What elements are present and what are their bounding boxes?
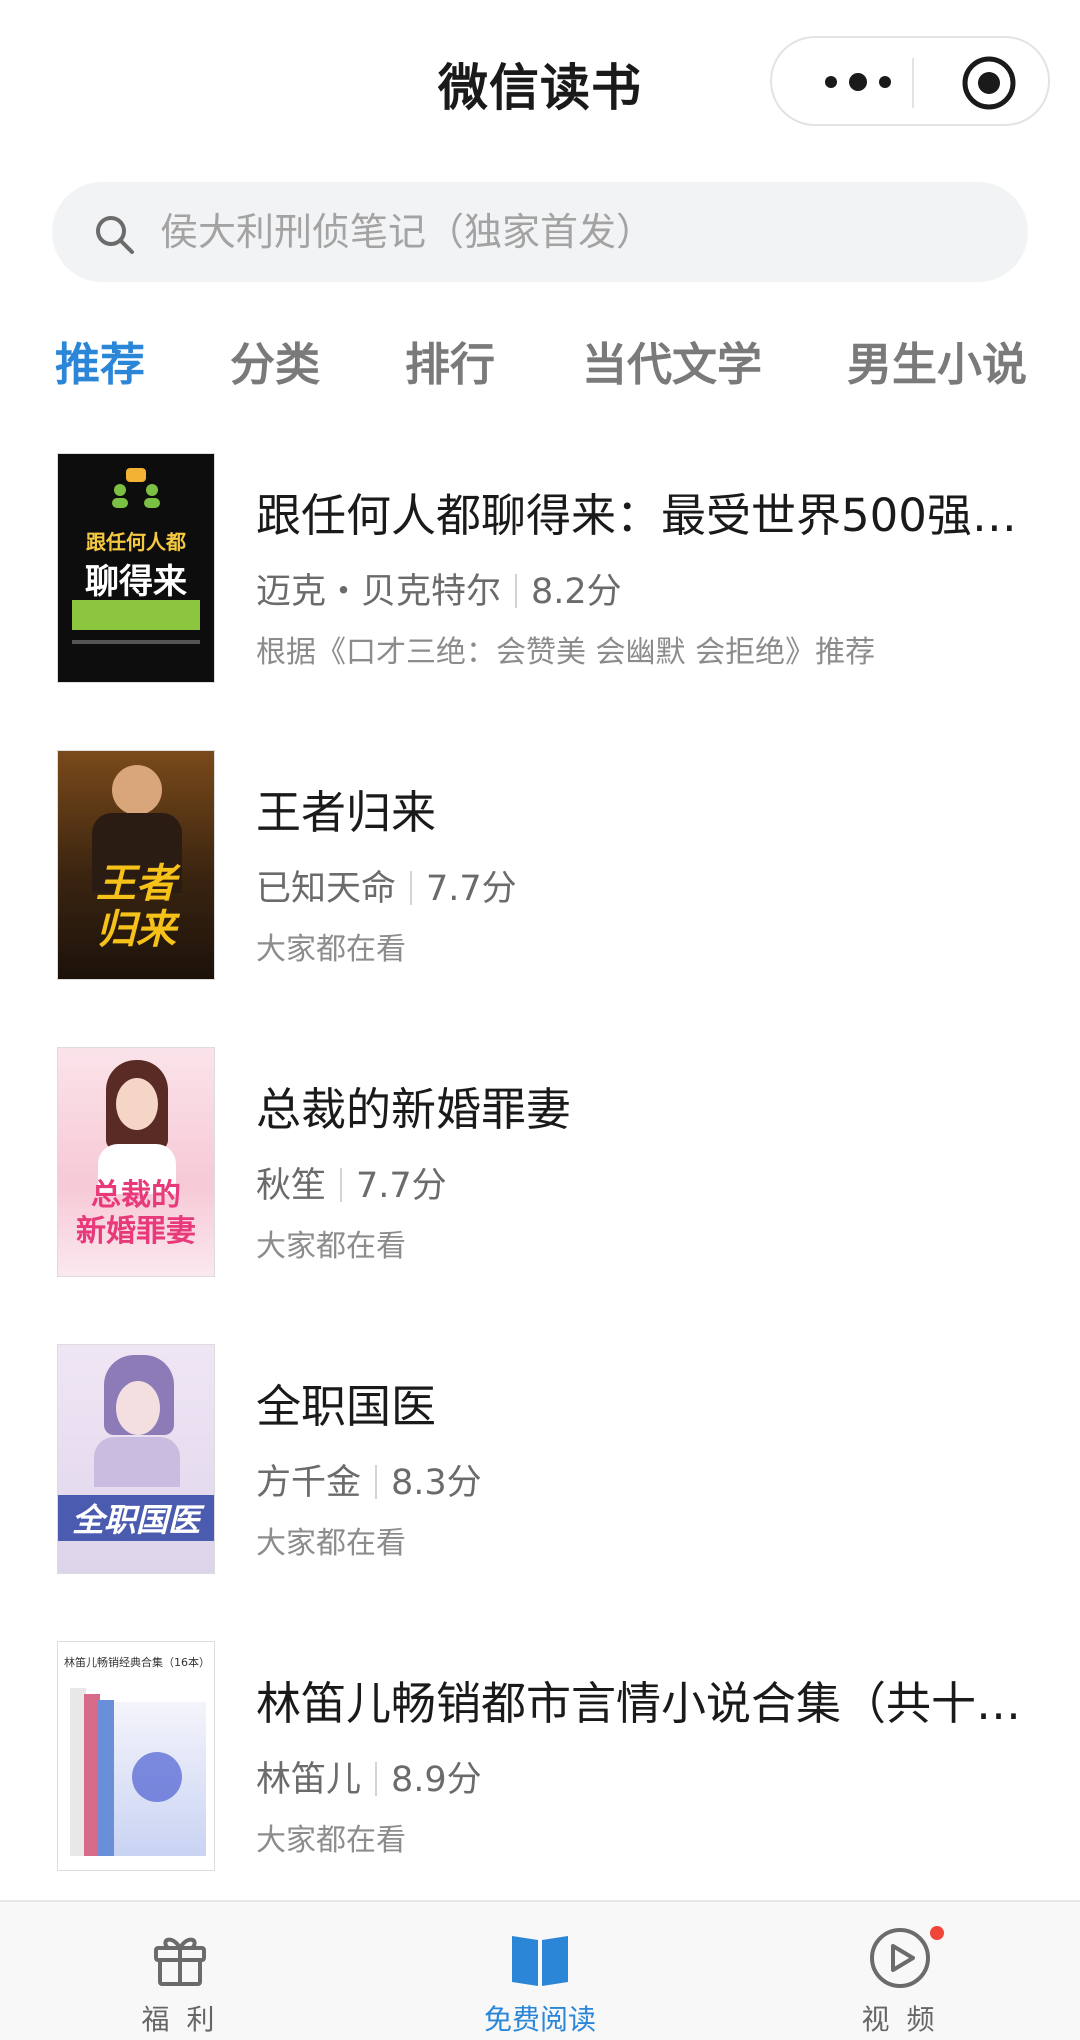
book-meta: 方千金 8.3分 [256,1454,482,1505]
cover-title: 全职国医 [58,1495,214,1541]
book-item[interactable]: 王者 归来 王者归来 已知天命 7.7分 大家都在看 [0,750,1080,982]
more-dot-icon [879,76,891,88]
cover-figure-face [116,1381,160,1435]
cover-line [72,640,200,644]
cover-figure-body [94,1437,180,1487]
more-dot-icon [825,76,837,88]
book-title: 王者归来 [256,786,437,839]
mini-program-capsule [770,36,1050,126]
book-title: 林笛儿畅销都市言情小说合集（共十六本） [256,1677,1026,1730]
book-cover: 全职国医 [57,1344,215,1574]
book-author: 已知天命 [256,869,397,909]
book-reason: 大家都在看 [256,1526,406,1561]
cover-book-spine [98,1700,114,1856]
book-title: 全职国医 [256,1380,437,1433]
category-tabs: 推荐 分类 排行 当代文学 男生小说 [0,330,1080,400]
book-author: 迈克・贝克特尔 [256,572,502,612]
book-item[interactable]: 林笛儿畅销经典合集（16本） 林笛儿畅销都市言情小说合集（共十六本） 林笛儿 8.… [0,1641,1080,1873]
open-book-icon [512,1936,568,1986]
book-reason: 根据《口才三绝：会赞美 会幽默 会拒绝》推荐 [256,635,876,670]
nav-welfare[interactable]: 福 利 [80,1926,280,2036]
book-author: 林笛儿 [256,1760,362,1800]
nav-video[interactable]: 视 频 [800,1926,1000,2036]
book-rating: 7.7分 [426,869,517,909]
nav-free-reading[interactable]: 免费阅读 [440,1926,640,2036]
search-icon [96,216,134,254]
book-cover: 林笛儿畅销经典合集（16本） [57,1641,215,1871]
book-item[interactable]: 全职国医 全职国医 方千金 8.3分 大家都在看 [0,1344,1080,1576]
book-author: 方千金 [256,1463,362,1503]
book-meta: 已知天命 7.7分 [256,860,517,911]
meta-separator [515,574,518,608]
book-cover: 王者 归来 [57,750,215,980]
nav-label: 福 利 [141,2003,219,2036]
capsule-divider [912,58,914,108]
bottom-nav: 福 利 免费阅读 视 频 [0,1900,1080,2040]
header: 微信读书 [0,0,1080,170]
more-dot-icon [849,73,867,91]
book-meta: 林笛儿 8.9分 [256,1751,482,1802]
book-cover: 跟任何人都 聊得来 [57,453,215,683]
cover-title: 总裁的 新婚罪妻 [76,1178,196,1249]
gift-icon [154,1937,206,1986]
play-icon [870,1928,930,1988]
book-rating: 8.3分 [391,1463,482,1503]
meta-separator [340,1168,343,1202]
book-reason: 大家都在看 [256,1229,406,1264]
search-bar[interactable]: 侯大利刑侦笔记（独家首发） [52,182,1028,282]
book-rating: 8.9分 [391,1760,482,1800]
notification-badge [930,1926,944,1940]
book-rating: 8.2分 [531,572,622,612]
book-item[interactable]: 总裁的 新婚罪妻 总裁的新婚罪妻 秋笙 7.7分 大家都在看 [0,1047,1080,1279]
meta-separator [410,871,413,905]
book-meta: 迈克・贝克特尔 8.2分 [256,563,622,614]
cover-title: 王者 归来 [96,860,176,953]
nav-label: 免费阅读 [483,2003,596,2036]
cover-title: 聊得来 [85,562,187,602]
cover-figure-head [112,765,162,815]
book-reason: 大家都在看 [256,1823,406,1858]
cover-figure-face [116,1078,158,1130]
book-title: 总裁的新婚罪妻 [256,1083,572,1136]
book-item[interactable]: 跟任何人都 聊得来 跟任何人都聊得来：最受世界500强企业欢迎的沟通课 迈克・贝… [0,453,1080,685]
close-mini-program-icon[interactable] [960,54,1018,112]
cover-band [72,600,200,630]
nav-label: 视 频 [861,2003,939,2036]
book-title: 跟任何人都聊得来：最受世界500强企业欢迎的沟通课 [256,489,1026,542]
meta-separator [375,1465,378,1499]
people-chat-icon [112,468,160,508]
tab-male-novels[interactable]: 男生小说 [847,330,1027,400]
search-placeholder: 侯大利刑侦笔记（独家首发） [160,210,655,254]
cover-title: 跟任何人都 [86,530,186,554]
tab-contemporary-literature[interactable]: 当代文学 [582,330,762,400]
book-meta: 秋笙 7.7分 [256,1157,447,1208]
book-reason: 大家都在看 [256,932,406,967]
book-author: 秋笙 [256,1166,327,1206]
book-cover: 总裁的 新婚罪妻 [57,1047,215,1277]
tab-ranking[interactable]: 排行 [405,330,495,400]
book-rating: 7.7分 [356,1166,447,1206]
tab-recommend[interactable]: 推荐 [55,330,145,400]
meta-separator [375,1762,378,1796]
cover-title: 林笛儿畅销经典合集（16本） [64,1656,210,1669]
tab-category[interactable]: 分类 [230,330,320,400]
more-options-button[interactable] [808,60,908,104]
cover-decoration [132,1752,182,1802]
